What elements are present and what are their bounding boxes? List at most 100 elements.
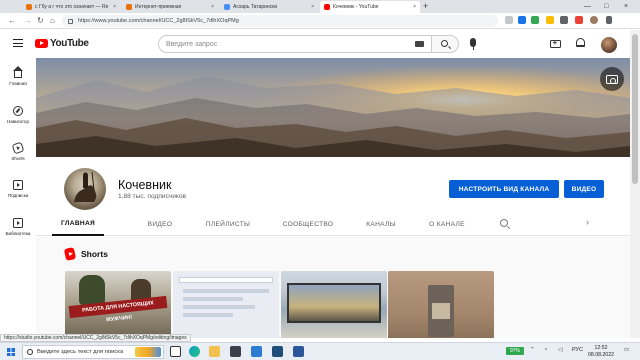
browser-tab-1[interactable]: с Гбу а г что это означает — Re × [22, 1, 120, 13]
menu-icon[interactable] [13, 39, 23, 47]
screenshot-row-image [183, 297, 243, 301]
task-view-icon[interactable] [170, 346, 181, 357]
taskbar-clock[interactable]: 12:52 08.08.2022 [588, 345, 614, 359]
scrollbar-thumb[interactable] [632, 34, 638, 184]
guide-item-explore[interactable]: Навигатор [0, 106, 36, 124]
search-highlight-image [135, 347, 161, 357]
camera-icon [606, 75, 618, 84]
short-thumbnail-2[interactable] [173, 271, 279, 338]
tab-about[interactable]: О КАНАЛЕ [422, 212, 472, 236]
short-thumbnail-1[interactable]: РАБОТА ДЛЯ НАСТОЯЩИХ МУЖЧИН! [65, 271, 171, 338]
microphone-icon[interactable] [470, 38, 476, 50]
clock-time: 12:52 [594, 345, 608, 351]
new-tab-button[interactable]: + [423, 1, 428, 12]
screenshot-row-image [183, 289, 269, 293]
tab-close-icon[interactable]: × [413, 4, 416, 10]
tab-title: Интернет-приемная [135, 4, 182, 10]
guide-item-home[interactable]: Главная [0, 66, 36, 86]
tab-title: Асхарь Татарински [233, 4, 278, 10]
keyboard-language[interactable]: РУС [572, 347, 583, 353]
search-button[interactable] [432, 35, 459, 53]
app-icon[interactable] [272, 346, 283, 357]
extension-icon[interactable] [531, 16, 539, 24]
customize-channel-button[interactable]: НАСТРОИТЬ ВИД КАНАЛА [449, 180, 559, 198]
tab-videos[interactable]: ВИДЕО [138, 212, 182, 236]
tab-playlists[interactable]: ПЛЕЙЛИСТЫ [200, 212, 256, 236]
guide-item-shorts[interactable]: Shorts [0, 141, 36, 161]
guide-label: Shorts [11, 156, 25, 161]
edit-banner-button[interactable] [600, 67, 624, 91]
maximize-button[interactable]: □ [604, 1, 608, 12]
home-button[interactable]: ⌂ [50, 15, 55, 27]
search-input[interactable]: Введите запрос [158, 35, 432, 53]
network-icon[interactable]: ⌃ [530, 347, 535, 353]
guide-item-subscriptions[interactable]: Подписки [0, 180, 36, 198]
address-url: https://www.youtube.com/channel/UCC_2g8t… [78, 18, 239, 24]
forward-button[interactable]: → [24, 15, 32, 27]
guide-sidebar: Главная Навигатор Shorts Подписки Библио… [0, 58, 36, 338]
youtube-header: YouTube Введите запрос [0, 30, 630, 58]
tab-community[interactable]: СООБЩЕСТВО [276, 212, 340, 236]
minimize-button[interactable]: — [584, 1, 591, 12]
tab-channels[interactable]: КАНАЛЫ [360, 212, 402, 236]
collections-icon[interactable] [560, 16, 568, 24]
guide-label: Главная [9, 81, 27, 86]
browser-tab-active[interactable]: Кочевник - YouTube × [320, 1, 420, 13]
notification-center-icon[interactable]: ▭ [624, 347, 629, 353]
screenshot-row-image [183, 313, 233, 317]
volume-icon[interactable]: ◁ [558, 347, 562, 353]
tab-title: с Гбу а г что это означает — Re [35, 4, 109, 10]
tab-favicon-icon [26, 4, 32, 10]
tab-close-icon[interactable]: × [211, 4, 214, 10]
guide-label: Подписки [7, 193, 29, 198]
browser-tab-3[interactable]: Асхарь Татарински × [220, 1, 318, 13]
profile-icon[interactable] [590, 16, 598, 24]
back-button[interactable]: ← [8, 15, 16, 27]
guide-item-library[interactable]: Библиотека [0, 218, 36, 236]
extension-icon[interactable] [518, 16, 526, 24]
battery-indicator[interactable]: 97% [506, 347, 524, 355]
clock-date: 08.08.2022 [588, 352, 614, 358]
address-bar[interactable]: https://www.youtube.com/channel/UCC_2g8t… [62, 15, 498, 27]
tab-home[interactable]: ГЛАВНАЯ [52, 212, 104, 236]
word-icon[interactable] [293, 346, 304, 357]
channel-search-icon[interactable] [500, 219, 508, 227]
status-bar-url: https://studio.youtube.com/channel/UCC_2… [0, 334, 191, 342]
youtube-logo-text: YouTube [50, 38, 89, 49]
wifi-icon[interactable]: ◔ [544, 347, 547, 353]
channel-avatar[interactable] [64, 168, 106, 210]
notifications-icon[interactable] [576, 38, 585, 47]
tab-favicon-icon [126, 4, 132, 10]
more-menu-icon[interactable] [606, 16, 612, 24]
store-icon[interactable] [230, 346, 241, 357]
windows-start-icon[interactable] [7, 348, 15, 356]
youtube-logo[interactable]: YouTube [35, 38, 89, 49]
mail-icon[interactable] [251, 346, 262, 357]
shorts-icon [11, 141, 25, 155]
edge-browser-icon[interactable] [189, 346, 200, 357]
short-thumbnail-3[interactable] [281, 271, 387, 338]
keyboard-icon[interactable] [415, 41, 424, 47]
close-window-button[interactable]: × [624, 1, 628, 12]
account-avatar[interactable] [601, 37, 617, 53]
page-scrollbar[interactable] [630, 30, 640, 338]
manage-videos-button[interactable]: ВИДЕО [564, 180, 604, 198]
taskbar-search-placeholder: Введите здесь текст для поиска [37, 349, 124, 355]
taskbar-search-input[interactable]: Введите здесь текст для поиска [22, 345, 164, 359]
browser-tab-2[interactable]: Интернет-приемная × [122, 1, 218, 13]
intercom-panel-image [428, 285, 454, 337]
channel-banner [36, 58, 630, 157]
reload-button[interactable]: ↻ [37, 15, 44, 27]
create-video-icon[interactable] [550, 38, 561, 48]
monitor-image [287, 283, 381, 323]
chevron-right-icon[interactable]: › [586, 217, 589, 227]
tab-close-icon[interactable]: × [113, 4, 116, 10]
read-aloud-icon[interactable] [505, 16, 513, 24]
short-thumbnail-4[interactable] [388, 271, 494, 338]
channel-tabs: ГЛАВНАЯ ВИДЕО ПЛЕЙЛИСТЫ СООБЩЕСТВО КАНАЛ… [36, 212, 630, 236]
extension-icon[interactable] [575, 16, 583, 24]
guide-label: Навигатор [6, 119, 30, 124]
file-explorer-icon[interactable] [209, 346, 220, 357]
favorites-icon[interactable] [546, 16, 554, 24]
tab-close-icon[interactable]: × [311, 4, 314, 10]
